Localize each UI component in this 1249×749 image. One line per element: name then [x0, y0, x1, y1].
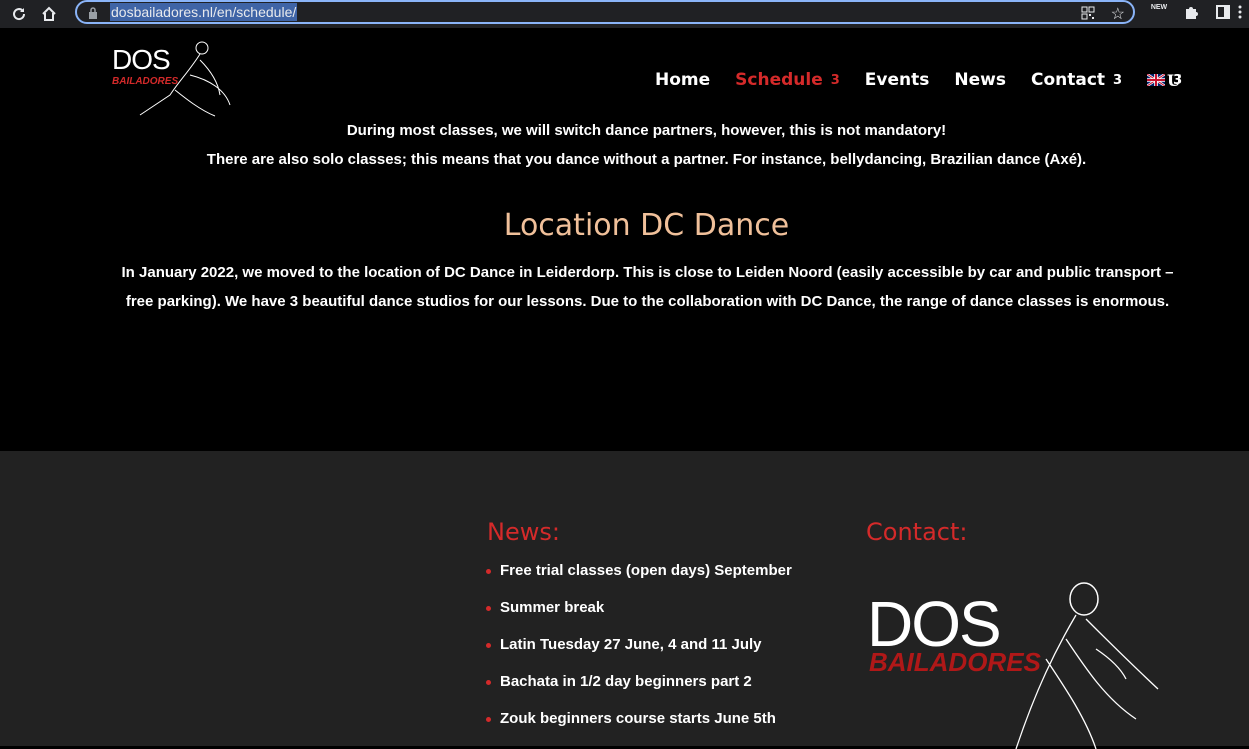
- news-heading: News:: [487, 518, 560, 546]
- solo-classes-text: There are also solo classes; this means …: [206, 151, 1087, 168]
- list-item: Summer break: [486, 599, 792, 636]
- dancer-silhouette-icon: [139, 41, 231, 117]
- site-header: DOS BAILADORES Home Schedule 3 Events New…: [0, 28, 1249, 120]
- bullet-icon: [486, 606, 491, 611]
- list-item: Latin Tuesday 27 June, 4 and 11 July: [486, 636, 792, 673]
- news-list: Free trial classes (open days) September…: [486, 562, 792, 747]
- nav-home[interactable]: Home: [655, 70, 710, 90]
- news-link[interactable]: Latin Tuesday 27 June, 4 and 11 July: [500, 636, 762, 653]
- nav-events-label: Events: [864, 70, 930, 90]
- news-link[interactable]: Zouk beginners course starts June 5th: [500, 710, 776, 727]
- extension-new-icon[interactable]: NEW: [1150, 4, 1168, 22]
- nav-home-label: Home: [655, 70, 711, 90]
- nav-schedule[interactable]: Schedule 3: [735, 70, 840, 90]
- chevron-down-icon: 3: [1113, 72, 1123, 88]
- bookmark-star-icon[interactable]: ☆: [1111, 4, 1125, 24]
- news-link[interactable]: Summer break: [500, 599, 604, 616]
- bullet-icon: [486, 569, 491, 574]
- news-link[interactable]: Free trial classes (open days) September: [500, 562, 792, 579]
- bullet-icon: [486, 680, 491, 685]
- home-icon[interactable]: [38, 3, 60, 25]
- nav-news-label: News: [954, 70, 1006, 90]
- url-text[interactable]: dosbailadores.nl/en/schedule/: [110, 3, 298, 21]
- nav-news[interactable]: News: [954, 70, 1006, 90]
- side-panel-icon[interactable]: [1215, 4, 1231, 25]
- news-link[interactable]: Bachata in 1/2 day beginners part 2: [500, 673, 752, 690]
- list-item: Zouk beginners course starts June 5th: [486, 710, 792, 747]
- reload-icon[interactable]: [8, 3, 30, 25]
- browser-menu-icon[interactable]: [1237, 4, 1243, 25]
- list-item: Bachata in 1/2 day beginners part 2: [486, 673, 792, 710]
- search-icon[interactable]: U: [1167, 71, 1181, 90]
- bullet-icon: [486, 643, 491, 648]
- contact-heading: Contact:: [866, 518, 968, 546]
- nav-events[interactable]: Events: [865, 70, 930, 90]
- nav-schedule-label: Schedule: [735, 70, 823, 90]
- nav-contact[interactable]: Contact 3: [1031, 70, 1122, 90]
- chevron-down-icon: 3: [830, 72, 840, 88]
- dancer-silhouette-icon: [1015, 582, 1159, 749]
- site-logo[interactable]: DOS BAILADORES: [110, 40, 235, 120]
- uk-flag-icon: [1147, 74, 1166, 86]
- lock-icon[interactable]: [88, 6, 100, 19]
- extensions-puzzle-icon[interactable]: [1183, 4, 1199, 25]
- address-bar[interactable]: dosbailadores.nl/en/schedule/ ☆: [75, 0, 1135, 24]
- nav-contact-label: Contact: [1030, 70, 1106, 90]
- location-text: In January 2022, we moved to the locatio…: [121, 264, 1174, 310]
- main-content: During most classes, we will switch danc…: [0, 120, 1249, 451]
- qr-code-icon[interactable]: [1081, 6, 1095, 25]
- location-heading: Location DC Dance: [503, 208, 790, 243]
- site-footer: News: Free trial classes (open days) Sep…: [0, 451, 1249, 749]
- main-navigation: Home Schedule 3 Events News Contact 3 3: [655, 68, 1207, 92]
- bullet-icon: [486, 717, 491, 722]
- extension-new-label: NEW: [1150, 4, 1168, 11]
- list-item: Free trial classes (open days) September: [486, 562, 792, 599]
- partner-switch-text: During most classes, we will switch danc…: [346, 122, 947, 139]
- browser-toolbar: dosbailadores.nl/en/schedule/ ☆ NEW: [0, 0, 1249, 28]
- footer-logo: DOS BAILADORES: [866, 579, 1166, 749]
